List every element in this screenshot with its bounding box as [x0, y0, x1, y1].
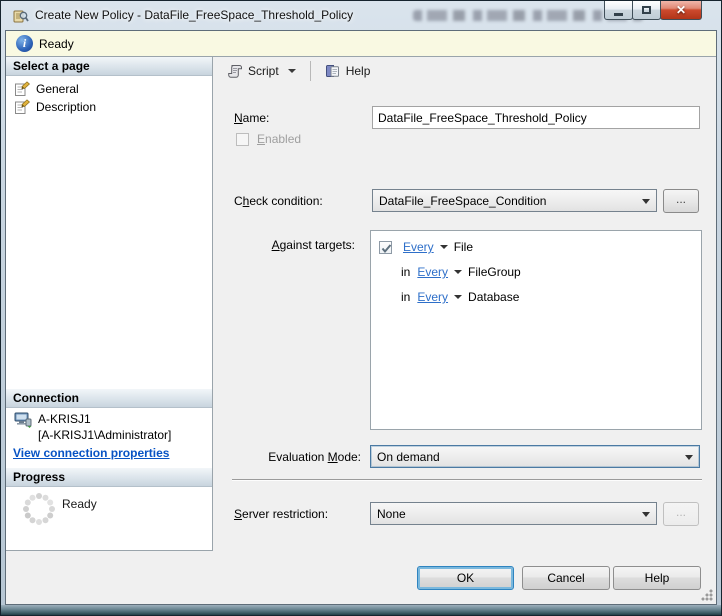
target-row-database: in Every Database — [401, 289, 519, 305]
create-new-policy-dialog: Create New Policy - DataFile_FreeSpace_T… — [0, 0, 722, 616]
info-icon: i — [16, 35, 33, 52]
server-restriction-dropdown[interactable]: None — [370, 502, 657, 525]
evaluation-mode-dropdown[interactable]: On demand — [370, 445, 700, 468]
help-button[interactable]: Help — [613, 566, 701, 590]
sidebar-item-label: Description — [36, 99, 97, 114]
chevron-down-icon — [642, 199, 650, 204]
check-condition-value: DataFile_FreeSpace_Condition — [379, 194, 547, 208]
enabled-checkbox[interactable] — [236, 133, 249, 146]
in-prefix: in — [401, 265, 411, 279]
quantifier-link[interactable]: Every — [403, 240, 434, 254]
enabled-label: Enabled — [257, 132, 302, 146]
target-type: FileGroup — [468, 265, 521, 279]
chevron-down-icon[interactable] — [439, 245, 448, 249]
connection-server: A-KRISJ1 — [38, 412, 91, 426]
server-restriction-browse-button: ... — [663, 502, 699, 526]
script-button[interactable]: Script — [221, 59, 302, 83]
target-row-file: Every File — [379, 239, 473, 255]
target-checkbox[interactable] — [379, 240, 392, 254]
script-icon — [228, 65, 242, 78]
evaluation-mode-label: Evaluation Mode: — [268, 450, 361, 464]
status-text: Ready — [39, 37, 74, 51]
cancel-button[interactable]: Cancel — [522, 566, 610, 590]
sidebar: Select a page General Description Connec… — [6, 57, 213, 551]
caption-buttons: ✕ — [604, 1, 702, 20]
main-panel: Script Help Name: DataFile_FreeSpace_Thr… — [213, 57, 716, 551]
select-a-page-header: Select a page — [6, 57, 212, 76]
check-condition-browse-button[interactable]: ... — [663, 189, 699, 213]
close-button[interactable]: ✕ — [660, 1, 702, 20]
target-row-filegroup: in Every FileGroup — [401, 264, 521, 280]
section-divider — [232, 479, 702, 481]
toolbar-separator — [309, 61, 311, 81]
page-icon — [15, 98, 30, 114]
help-toolbar-button[interactable]: Help — [319, 59, 377, 83]
connection-account: [A-KRISJ1\Administrator] — [38, 428, 172, 442]
close-icon: ✕ — [675, 3, 687, 17]
connection-header: Connection — [6, 389, 212, 408]
check-condition-label: Check condition: — [234, 194, 323, 208]
in-prefix: in — [401, 290, 411, 304]
evaluation-mode-value: On demand — [377, 450, 440, 464]
sidebar-item-description[interactable]: Description — [10, 98, 96, 115]
chevron-down-icon — [642, 512, 650, 517]
window-title: Create New Policy - DataFile_FreeSpace_T… — [35, 8, 354, 22]
progress-header: Progress — [6, 468, 212, 487]
sidebar-item-general[interactable]: General — [10, 80, 79, 97]
chevron-down-icon[interactable] — [454, 295, 463, 299]
name-input[interactable] — [372, 106, 700, 129]
against-targets-panel: Every File in Every FileGroup in Every D… — [370, 230, 702, 430]
check-condition-dropdown[interactable]: DataFile_FreeSpace_Condition — [372, 189, 657, 212]
script-dropdown-arrow-icon[interactable] — [287, 69, 296, 73]
quantifier-link[interactable]: Every — [417, 290, 448, 304]
server-restriction-value: None — [377, 507, 406, 521]
help-book-icon — [325, 65, 339, 77]
maximize-icon — [642, 6, 651, 14]
progress-spinner-icon — [23, 493, 55, 525]
target-type: File — [453, 240, 474, 254]
quantifier-link[interactable]: Every — [417, 265, 448, 279]
chevron-down-icon[interactable] — [454, 270, 463, 274]
policy-icon — [13, 10, 29, 23]
minimize-button[interactable] — [604, 1, 633, 20]
script-label: Script — [248, 64, 279, 78]
target-type: Database — [468, 290, 520, 304]
against-targets-label: Against targets: — [271, 238, 355, 252]
page-icon — [15, 80, 30, 96]
name-label: Name: — [234, 111, 270, 125]
window-bottom-border — [1, 605, 721, 615]
maximize-button[interactable] — [632, 1, 661, 20]
minimize-icon — [614, 12, 623, 16]
status-bar: i Ready — [6, 31, 716, 57]
server-icon — [14, 412, 32, 428]
view-connection-properties-link[interactable]: View connection properties — [13, 446, 169, 460]
resize-grip[interactable] — [701, 589, 713, 601]
ok-button[interactable]: OK — [417, 566, 514, 590]
sidebar-item-label: General — [36, 81, 79, 96]
progress-status: Ready — [62, 497, 97, 511]
checkmark-icon — [381, 243, 392, 253]
dialog-body: i Ready Select a page General Descriptio… — [5, 30, 717, 605]
titlebar[interactable]: Create New Policy - DataFile_FreeSpace_T… — [1, 1, 721, 30]
help-toolbar-label: Help — [345, 64, 371, 78]
toolbar: Script Help — [213, 57, 716, 85]
chevron-down-icon — [685, 455, 693, 460]
server-restriction-label: Server restriction: — [234, 507, 329, 521]
